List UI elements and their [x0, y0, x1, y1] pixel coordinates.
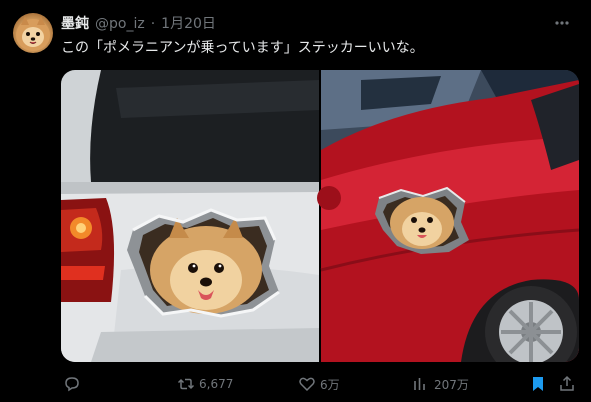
share-icon [558, 375, 576, 393]
reply-button[interactable] [63, 372, 85, 396]
author-handle[interactable]: @po_iz [95, 14, 145, 34]
pomeranian-avatar-icon [16, 16, 50, 51]
author-name[interactable]: 墨鈍 [61, 14, 89, 34]
retweet-count: 6,677 [199, 377, 234, 391]
tweet-text: この「ポメラニアンが乗っています」ステッカーいいな。 [61, 40, 424, 56]
views-count: 207万 [434, 377, 469, 392]
views-icon [412, 375, 430, 393]
tweet-header: 墨鈍 @po_iz · 1月20日 [61, 14, 216, 34]
reply-icon [63, 375, 81, 393]
tweet[interactable]: 墨鈍 @po_iz · 1月20日 この「ポメラニアンが乗っています」ステッカー… [0, 0, 591, 402]
more-icon [555, 21, 569, 25]
retweet-button[interactable]: 6,677 [177, 372, 233, 396]
bookmark-button[interactable] [529, 372, 547, 396]
like-button[interactable]: 6万 [298, 372, 340, 396]
header-separator: · [150, 16, 156, 32]
tweet-media[interactable] [61, 70, 579, 362]
views-button[interactable]: 207万 [412, 372, 469, 396]
like-count: 6万 [320, 377, 340, 392]
retweet-icon [177, 375, 195, 393]
white-car-pomeranian-sticker-photo[interactable] [61, 70, 319, 362]
more-options-button[interactable] [551, 12, 573, 34]
share-button[interactable] [558, 372, 576, 396]
red-car-pomeranian-sticker-photo[interactable] [317, 70, 579, 362]
avatar[interactable] [13, 13, 53, 53]
tweet-date[interactable]: 1月20日 [161, 14, 216, 34]
tweet-actions: 6,677 6万 207万 [61, 372, 579, 396]
heart-icon [298, 375, 316, 393]
bookmark-icon [529, 375, 547, 393]
